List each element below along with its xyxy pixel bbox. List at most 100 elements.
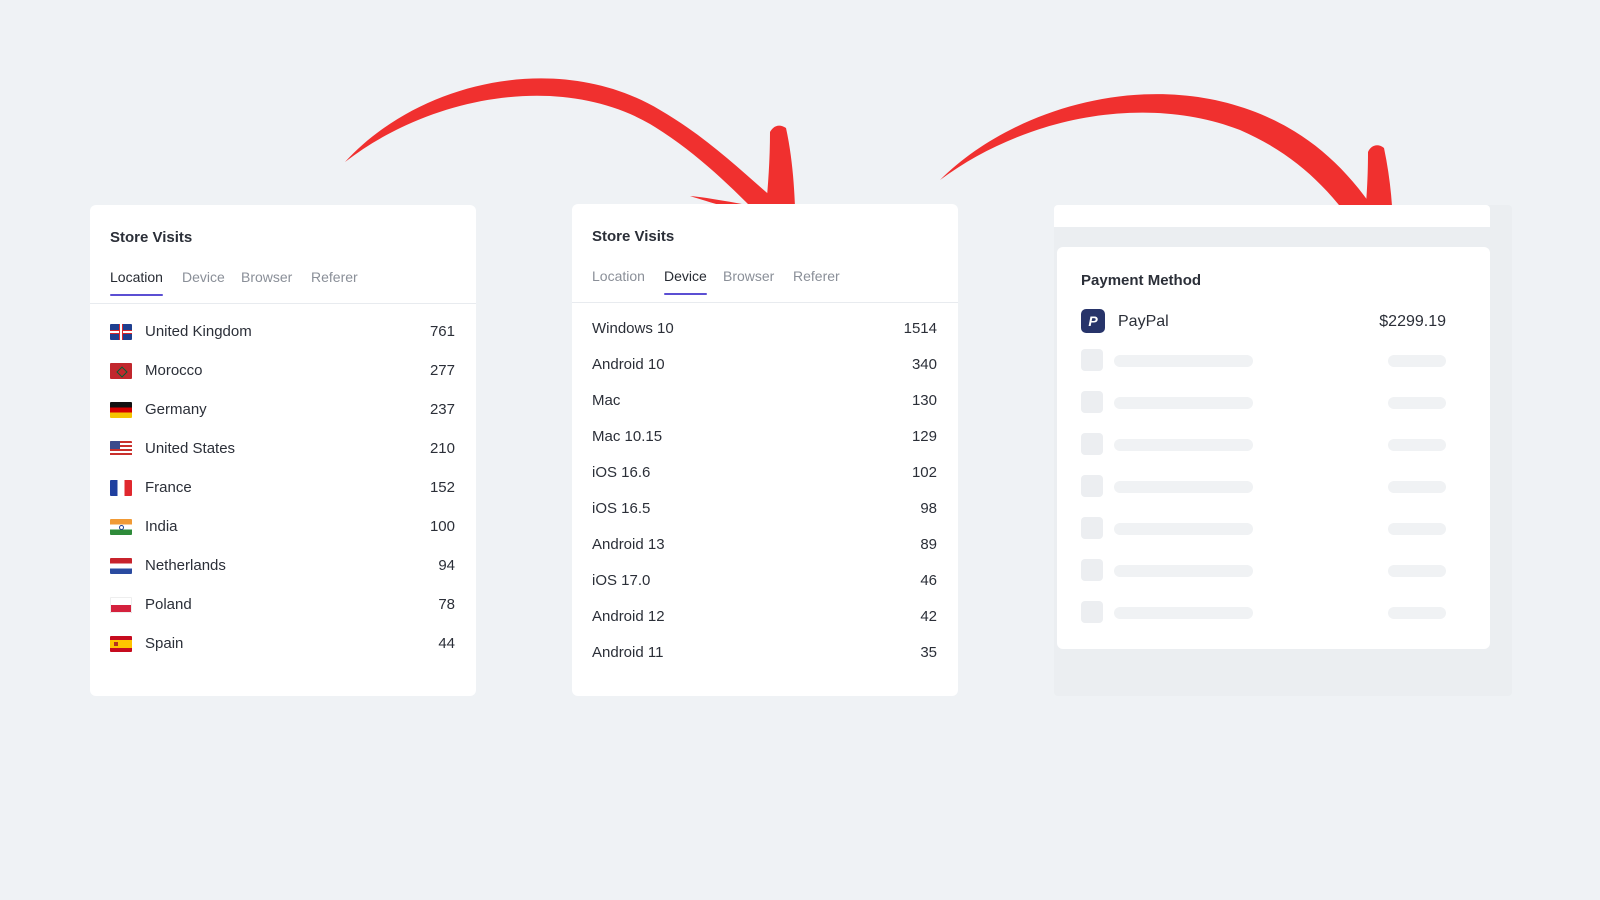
list-item[interactable]: Germany 237 [110,399,455,423]
visit-count: 210 [429,440,455,457]
visit-count: 42 [920,608,937,625]
skeleton-label [1114,397,1253,409]
skeleton-row [1081,391,1446,413]
skeleton-label [1114,607,1253,619]
skeleton-row [1081,559,1446,581]
skeleton-value [1388,607,1446,619]
skeleton-value [1388,565,1446,577]
skeleton-row [1081,349,1446,371]
tab-location[interactable]: Location [110,269,163,296]
visit-count: 46 [920,572,937,589]
skeleton-icon [1081,433,1103,455]
pl-flag-icon [110,597,132,613]
visit-count: 130 [911,392,937,409]
tab-referer[interactable]: Referer [793,268,840,284]
list-item[interactable]: iOS 16.5 98 [592,498,937,522]
payment-row[interactable]: P PayPal $2299.19 [1081,309,1446,335]
device-label: Android 11 [592,644,664,661]
store-visits-device-card: Store Visits Location Device Browser Ref… [572,204,958,696]
gb-flag-icon [110,324,132,340]
payment-name: PayPal [1118,313,1169,330]
tab-browser[interactable]: Browser [723,268,774,284]
device-label: iOS 17.0 [592,572,651,589]
list-item[interactable]: United Kingdom 761 [110,321,455,345]
list-item[interactable]: Android 12 42 [592,606,937,630]
list-item[interactable]: Spain 44 [110,633,455,657]
country-label: Netherlands [145,557,226,574]
skeleton-label [1114,565,1253,577]
store-visits-location-card: Store Visits Location Device Browser Ref… [90,205,476,696]
device-label: Android 13 [592,536,665,553]
payment-amount: $2299.19 [1379,313,1446,330]
skeleton-value [1388,523,1446,535]
skeleton-value [1388,397,1446,409]
device-label: Android 10 [592,356,665,373]
tab-location[interactable]: Location [592,268,645,284]
visit-count: 35 [920,644,937,661]
card-title: Payment Method [1081,272,1202,289]
list-item[interactable]: Poland 78 [110,594,455,618]
skeleton-icon [1081,559,1103,581]
list-item[interactable]: iOS 16.6 102 [592,462,937,486]
country-label: Germany [145,401,207,418]
list-item[interactable]: Android 10 340 [592,354,937,378]
device-label: Mac [592,392,621,409]
skeleton-label [1114,481,1253,493]
skeleton-label [1114,355,1253,367]
list-item[interactable]: Morocco 277 [110,360,455,384]
card-title: Store Visits [110,229,193,246]
list-item[interactable]: Android 13 89 [592,534,937,558]
visit-count: 1514 [903,320,937,337]
ma-flag-icon [110,363,132,379]
skeleton-label [1114,439,1253,451]
skeleton-row [1081,433,1446,455]
list-item[interactable]: iOS 17.0 46 [592,570,937,594]
country-label: Morocco [145,362,203,379]
es-flag-icon [110,636,132,652]
visit-count: 237 [429,401,455,418]
list-item[interactable]: India 100 [110,516,455,540]
visit-count: 102 [911,464,937,481]
skeleton-value [1388,355,1446,367]
country-label: Poland [145,596,192,613]
device-label: iOS 16.6 [592,464,651,481]
in-flag-icon [110,519,132,535]
country-label: India [145,518,178,535]
device-label: iOS 16.5 [592,500,651,517]
visit-count: 129 [911,428,937,445]
country-label: Spain [145,635,184,652]
tab-referer[interactable]: Referer [311,269,358,285]
nl-flag-icon [110,558,132,574]
skeleton-row [1081,517,1446,539]
list-item[interactable]: Mac 130 [592,390,937,414]
device-label: Android 12 [592,608,665,625]
skeleton-value [1388,481,1446,493]
visit-count: 94 [438,557,455,574]
skeleton-icon [1081,391,1103,413]
visit-count: 44 [438,635,455,652]
list-item[interactable]: Android 11 35 [592,642,937,666]
visit-count: 340 [911,356,937,373]
tab-bar: Location Device Browser Referer [572,262,958,303]
list-item[interactable]: Windows 10 1514 [592,318,937,342]
payment-method-card: Payment Method P PayPal $2299.19 [1057,247,1490,649]
device-label: Mac 10.15 [592,428,663,445]
us-flag-icon [110,441,132,457]
skeleton-icon [1081,517,1103,539]
paypal-icon: P [1081,309,1105,333]
tab-device[interactable]: Device [182,269,225,285]
device-label: Windows 10 [592,320,674,337]
list-item[interactable]: France 152 [110,477,455,501]
skeleton-label [1114,523,1253,535]
visit-count: 98 [920,500,937,517]
visit-count: 152 [429,479,455,496]
visit-count: 761 [429,323,455,340]
panel-header-strip [1054,205,1490,227]
tab-device[interactable]: Device [664,268,707,295]
tab-browser[interactable]: Browser [241,269,292,285]
list-item[interactable]: United States 210 [110,438,455,462]
list-item[interactable]: Mac 10.15 129 [592,426,937,450]
visit-count: 277 [429,362,455,379]
list-item[interactable]: Netherlands 94 [110,555,455,579]
skeleton-icon [1081,349,1103,371]
